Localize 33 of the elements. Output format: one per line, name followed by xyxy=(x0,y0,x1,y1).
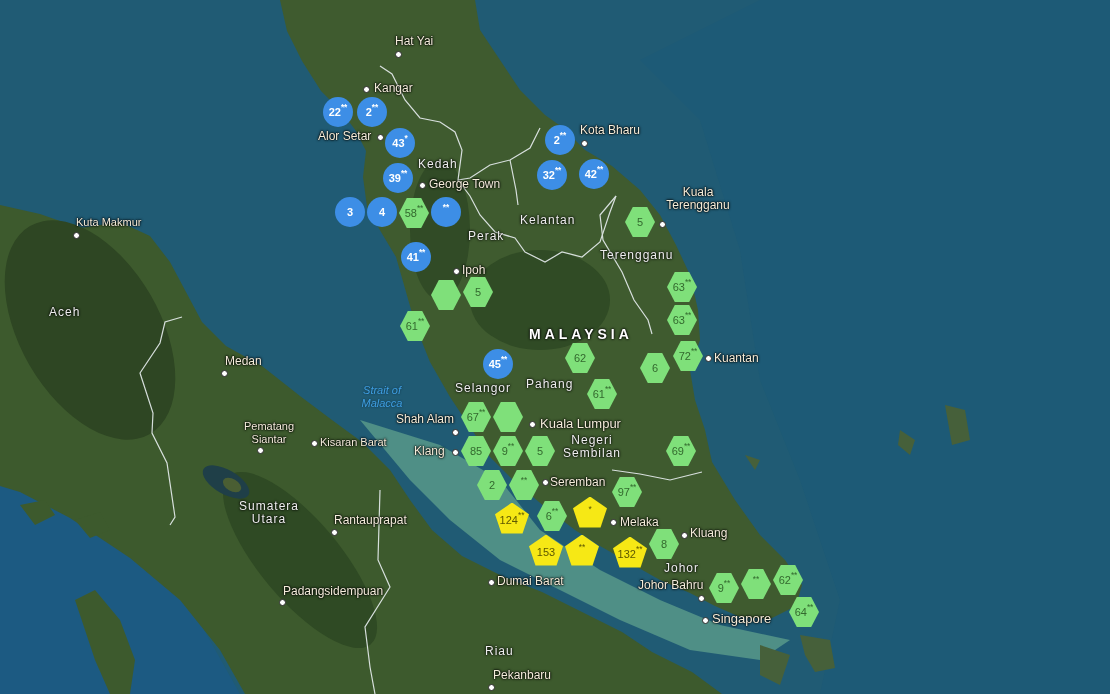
region-label: Johor xyxy=(664,562,700,575)
region-label: Pahang xyxy=(526,378,574,391)
place-label: Pematang Siantar xyxy=(242,420,296,446)
region-label: Kedah xyxy=(418,158,458,171)
place-label: Pekanbaru xyxy=(493,669,552,682)
place-label: Dumai Barat xyxy=(497,575,564,588)
place-label: Seremban xyxy=(550,476,606,489)
place-label: Alor Setar xyxy=(318,130,372,143)
place-label: Kuala Terengganu xyxy=(665,186,731,212)
place-label: Klang xyxy=(414,445,445,458)
region-label: Negeri Sembilan xyxy=(562,434,622,460)
place-label: Shah Alam xyxy=(396,413,455,426)
place-label: Ipoh xyxy=(462,264,486,277)
region-label: Kelantan xyxy=(520,214,576,227)
place-label: Singapore xyxy=(712,612,772,625)
place-label: Kuala Lumpur xyxy=(540,417,621,430)
place-label: Padangsidempuan xyxy=(283,585,384,598)
country-label: MALAYSIA xyxy=(529,326,633,342)
place-label: Hat Yai xyxy=(395,35,434,48)
place-label: Medan xyxy=(225,355,262,368)
region-label: Sumatera Utara xyxy=(238,500,300,526)
place-label: Melaka xyxy=(620,516,659,529)
place-label: Kisaran Barat xyxy=(320,436,387,449)
place-label: Kota Bharu xyxy=(580,124,641,137)
region-label: Riau xyxy=(485,645,514,658)
place-label: Kluang xyxy=(690,527,728,540)
region-label: Aceh xyxy=(49,306,81,319)
place-label: Kuantan xyxy=(714,352,759,365)
place-label: Johor Bahru xyxy=(638,579,704,592)
region-label: Selangor xyxy=(455,382,512,395)
region-label: Perak xyxy=(468,230,505,243)
sea-label: Strait of Malacca xyxy=(360,384,404,410)
place-label: Kuta Makmur xyxy=(76,216,142,229)
